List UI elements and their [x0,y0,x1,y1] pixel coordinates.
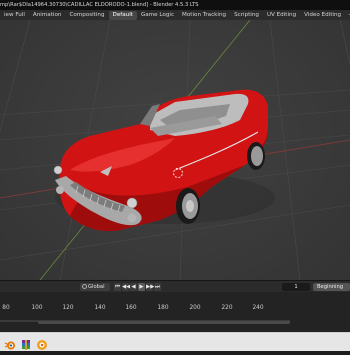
tab-game-logic[interactable]: Game Logic [137,11,178,20]
tick-label: 240 [252,305,264,311]
blender-icon[interactable] [4,336,16,350]
winrar-icon[interactable] [20,336,32,350]
tick-label: 180 [157,305,169,311]
tab-animation[interactable]: Animation [29,11,66,20]
play-reverse-button[interactable]: ◀ [130,283,137,291]
viewport-scene [0,20,350,280]
tab-motion-tracking[interactable]: Motion Tracking [178,11,230,20]
files-icon[interactable] [36,336,48,350]
3d-viewport[interactable] [0,20,350,280]
globe-icon [82,284,87,289]
rear-wheel [247,142,265,170]
start-frame-field[interactable]: Beginning [313,283,350,291]
window-titlebar: mp\Rar$DIa14964.30730\CADILLAC ELDORODO-… [0,0,350,10]
tick-label: 140 [94,305,106,311]
front-wheel [176,188,200,224]
orientation-label: Global [88,284,105,290]
add-workspace-button[interactable]: + [345,12,350,18]
window-title: mp\Rar$DIa14964.30730\CADILLAC ELDORODO-… [0,2,199,8]
tab-video-editing[interactable]: Video Editing [300,11,345,20]
workspace-tabs: iew Full Animation Compositing Default G… [0,10,350,20]
timeline-ruler: 80 100 120 140 160 180 200 220 240 [0,305,350,315]
tick-label: 100 [31,305,43,311]
tab-default[interactable]: Default [108,10,137,20]
tab-uv-editing[interactable]: UV Editing [263,11,300,20]
jump-keyframe-forward-button[interactable]: ▶▶ [146,283,154,291]
headlight-left [53,165,63,175]
tab-view-full[interactable]: iew Full [0,11,29,20]
tick-label: 160 [125,305,137,311]
os-taskbar [0,332,350,351]
tab-scripting[interactable]: Scripting [230,11,263,20]
jump-keyframe-back-button[interactable]: ◀◀ [122,283,130,291]
headlight-right [126,197,138,209]
play-button[interactable]: ▶ [138,283,145,291]
tick-label: 80 [2,305,10,311]
jump-start-button[interactable]: ⏮ [114,283,121,291]
tick-label: 220 [221,305,233,311]
tick-label: 120 [62,305,74,311]
tab-compositing[interactable]: Compositing [65,11,108,20]
jump-end-button[interactable]: ⏭ [154,283,161,291]
transform-orientation-dropdown[interactable]: Global [80,283,110,291]
current-frame-field[interactable]: 1 [282,283,310,291]
timeline-scrollbar[interactable] [38,321,290,324]
tick-label: 200 [189,305,201,311]
